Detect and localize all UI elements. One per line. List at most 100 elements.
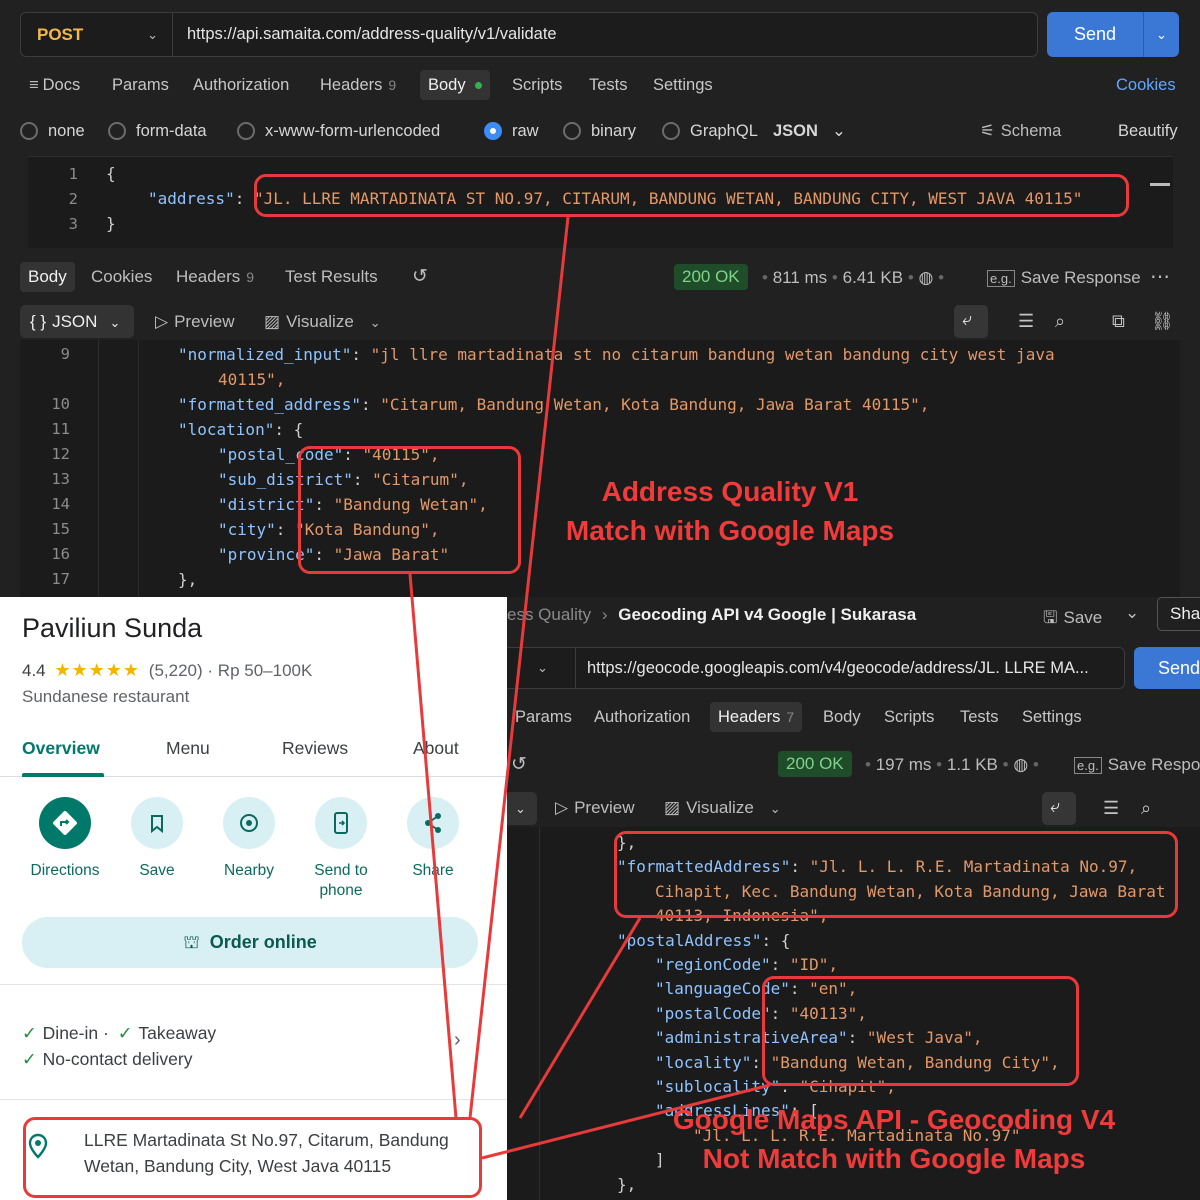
request-url-input[interactable]: https://api.samaita.com/address-quality/… [187, 13, 557, 56]
globe-icon[interactable]: ◍ [1013, 755, 1028, 774]
save-place-label: Save [139, 862, 175, 879]
json-key: "location" [178, 420, 275, 439]
tab-authorization[interactable]: Authorization [193, 70, 289, 100]
json-key: "postalCode" [655, 1003, 771, 1023]
tab-headers[interactable]: Headers 9 [320, 70, 396, 100]
save-response-button[interactable]: e.g. Save Response [987, 268, 1141, 288]
filter-icon[interactable]: ☰ [1018, 310, 1034, 332]
review-count[interactable]: (5,220) [149, 661, 203, 680]
chevron-down-icon[interactable]: ⌄ [537, 648, 548, 688]
geo-response-size: 1.1 KB [946, 755, 998, 774]
geo-tab-tests[interactable]: Tests [960, 702, 999, 732]
share-place-button[interactable]: Share [388, 797, 478, 881]
radio-none[interactable]: none [20, 120, 85, 142]
response-time: 811 ms [772, 268, 828, 287]
tab-scripts[interactable]: Scripts [512, 70, 562, 100]
tab-menu[interactable]: Menu [166, 735, 210, 761]
format-select-label: JSON [773, 122, 818, 140]
cookies-link[interactable]: Cookies [1116, 70, 1176, 100]
filter-icon[interactable]: ☰ [1103, 797, 1119, 819]
resp-tab-cookies[interactable]: Cookies [91, 262, 152, 292]
chevron-down-icon[interactable]: ⌄ [507, 792, 537, 825]
geo-tab-params[interactable]: Params [515, 702, 572, 732]
geo-wrap-lines-button[interactable]: ⤶ [1042, 792, 1076, 825]
radio-form-data[interactable]: form-data [108, 120, 207, 142]
tab-params[interactable]: Params [112, 70, 169, 100]
chevron-down-icon[interactable]: ⌄ [1144, 12, 1179, 57]
globe-icon[interactable]: ◍ [919, 268, 934, 287]
response-format-label: JSON [52, 312, 98, 331]
highlight-request-address [254, 174, 1129, 217]
request-url-bar[interactable]: POST ⌄ https://api.samaita.com/address-q… [20, 12, 1038, 57]
format-select[interactable]: JSON ⌄ [773, 120, 846, 142]
radio-urlencoded[interactable]: x-www-form-urlencoded [237, 120, 440, 142]
nearby-button[interactable]: Nearby [204, 797, 294, 881]
tab-about[interactable]: About [413, 735, 459, 761]
radio-raw[interactable]: raw [484, 120, 539, 142]
save-place-button[interactable]: Save [112, 797, 202, 881]
geo-tab-scripts[interactable]: Scripts [884, 702, 934, 732]
directions-button[interactable]: Directions [20, 797, 110, 881]
geo-visualize-label: Visualize [686, 798, 754, 817]
tab-reviews[interactable]: Reviews [282, 735, 348, 761]
save-request-button[interactable]: 🖫 Save [1043, 605, 1102, 634]
resp-tab-headers[interactable]: Headers 9 [176, 262, 254, 292]
search-icon[interactable]: ⌕ [1141, 797, 1151, 819]
geo-tab-headers[interactable]: Headers 7 [710, 702, 803, 732]
response-format-select[interactable]: { } JSON ⌄ [20, 305, 134, 338]
geo-save-response-button[interactable]: e.g. Save Respon [1074, 755, 1200, 775]
body-modified-dot [474, 82, 482, 90]
http-method-select[interactable]: POST ⌄ [21, 13, 173, 56]
json-key: "address" [148, 189, 235, 208]
geo-response-time: 197 ms [875, 755, 932, 774]
tab-body[interactable]: Body [420, 70, 490, 100]
link-icon[interactable]: ⛓ [1151, 310, 1174, 332]
order-online-button[interactable]: ⛫ Order online [22, 917, 478, 968]
radio-binary[interactable]: binary [563, 120, 636, 142]
tab-overview[interactable]: Overview [22, 735, 100, 761]
preview-label: Preview [174, 312, 235, 331]
geo-visualize-button[interactable]: ▨ Visualize ⌄ [664, 798, 781, 818]
geocoding-url-input[interactable]: https://geocode.googleapis.com/v4/geocod… [587, 648, 1089, 688]
chevron-right-icon[interactable]: › [454, 1029, 461, 1052]
more-options-icon[interactable]: ⋯ [1150, 264, 1170, 289]
beautify-button[interactable]: Beautify [1118, 120, 1178, 142]
history-icon[interactable]: ↺ [511, 753, 527, 776]
geo-preview-button[interactable]: ▷ Preview [555, 798, 635, 818]
tab-tests[interactable]: Tests [589, 70, 628, 100]
line-number: 2 [68, 190, 78, 208]
geocoding-url-bar[interactable]: ⌄ https://geocode.googleapis.com/v4/geoc… [507, 647, 1125, 689]
copy-icon[interactable]: ⧉ [1112, 310, 1125, 332]
schema-button[interactable]: ⚟ Schema [980, 120, 1061, 142]
chevron-down-icon[interactable]: ⌄ [1125, 603, 1139, 623]
send-to-phone-button[interactable]: Send to phone [296, 797, 386, 901]
line-number: 17 [51, 570, 70, 588]
wrap-lines-button[interactable]: ⤶ [954, 305, 988, 338]
radio-raw-label: raw [512, 122, 539, 140]
tab-settings[interactable]: Settings [653, 70, 713, 100]
tab-docs[interactable]: ≡ Docs [29, 70, 80, 100]
image-icon: ▨ [264, 312, 281, 331]
visualize-button[interactable]: ▨ Visualize ⌄ [264, 312, 381, 332]
share-button[interactable]: Sha [1157, 597, 1200, 631]
history-icon[interactable]: ↺ [412, 262, 428, 292]
geo-tab-settings[interactable]: Settings [1022, 702, 1082, 732]
json-key: "locality" [655, 1052, 752, 1072]
geo-tab-body[interactable]: Body [823, 702, 861, 732]
geo-tab-authorization[interactable]: Authorization [594, 702, 690, 732]
line-number: 9 [60, 345, 70, 363]
place-category[interactable]: Sundanese restaurant [22, 687, 189, 707]
preview-button[interactable]: ▷ Preview [155, 312, 235, 332]
search-icon[interactable]: ⌕ [1055, 310, 1065, 332]
send-button[interactable]: Send ⌄ [1047, 12, 1179, 57]
response-body[interactable] [20, 340, 1180, 598]
tab-settings-label: Settings [653, 76, 713, 94]
radio-graphql[interactable]: GraphQL [662, 120, 758, 142]
resp-tab-test-results[interactable]: Test Results [285, 262, 378, 292]
code-line-continued: 40115", [218, 370, 286, 389]
geocoding-send-button[interactable]: Send [1134, 647, 1200, 689]
service-options[interactable]: ✓ Dine-in · ✓ Takeaway [22, 1023, 216, 1044]
resp-tab-body[interactable]: Body [20, 262, 75, 292]
nearby-icon [223, 797, 275, 849]
breadcrumb-prev[interactable]: ess Quality [507, 605, 591, 624]
